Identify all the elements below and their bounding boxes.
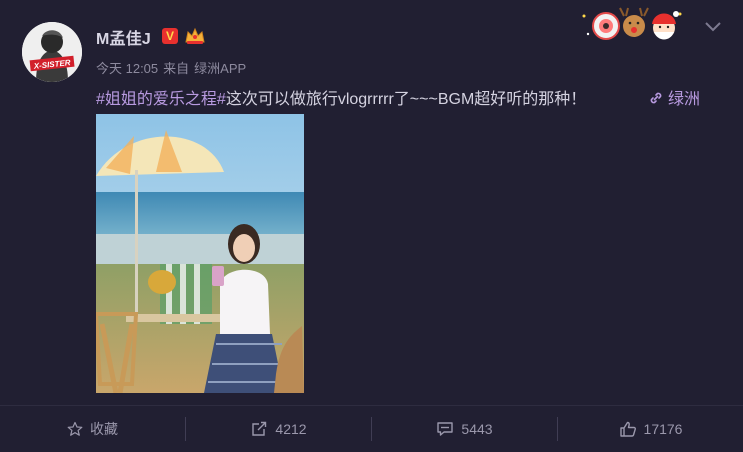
post-time[interactable]: 今天 12:05 [96,61,158,76]
comment-button[interactable]: 5443 [372,416,557,442]
user-name[interactable]: M孟佳J [96,25,151,49]
post-meta: 今天 12:05 来自 绿洲APP [96,58,251,77]
repost-button[interactable]: 4212 [186,416,371,442]
link-icon [650,92,662,104]
source-prefix: 来自 [163,61,190,76]
comment-count: 5443 [461,421,493,437]
oasis-link-label: 绿洲 [668,91,701,108]
post-body: 这次可以做旅行vlogrrrrr了~~~BGM超好听的那种！ [225,91,587,108]
oasis-link[interactable]: 绿洲 [648,85,700,109]
post-source[interactable]: 绿洲APP [194,61,246,76]
christmas-decoration-icon [582,7,682,40]
favorite-button[interactable]: 收藏 [0,416,185,442]
repost-count: 4212 [275,421,307,437]
verified-badge[interactable]: V [162,28,178,44]
comment-icon [437,422,454,436]
like-count: 17176 [643,421,683,437]
avatar-image: X-SISTER [22,22,82,82]
crown-icon[interactable] [184,26,206,46]
avatar[interactable]: X-SISTER [22,22,82,82]
post-image[interactable] [96,114,304,393]
post-text: #姐姐的爱乐之程#这次可以做旅行vlogrrrrr了~~~BGM超好听的那种！ [96,85,586,109]
star-icon [67,421,83,436]
thumbs-up-icon [619,421,636,437]
action-bar: 收藏 4212 5443 17176 [0,405,743,452]
post-photo [96,114,304,393]
like-button[interactable]: 17176 [558,416,743,442]
hashtag-link[interactable]: #姐姐的爱乐之程# [96,91,226,108]
repost-icon [252,421,267,436]
favorite-label: 收藏 [90,421,118,437]
weibo-post-card: X-SISTER M孟佳J V 今天 12:05 来自 绿洲APP #姐姐的爱乐之程… [0,0,743,451]
chevron-down-icon[interactable] [704,20,722,34]
